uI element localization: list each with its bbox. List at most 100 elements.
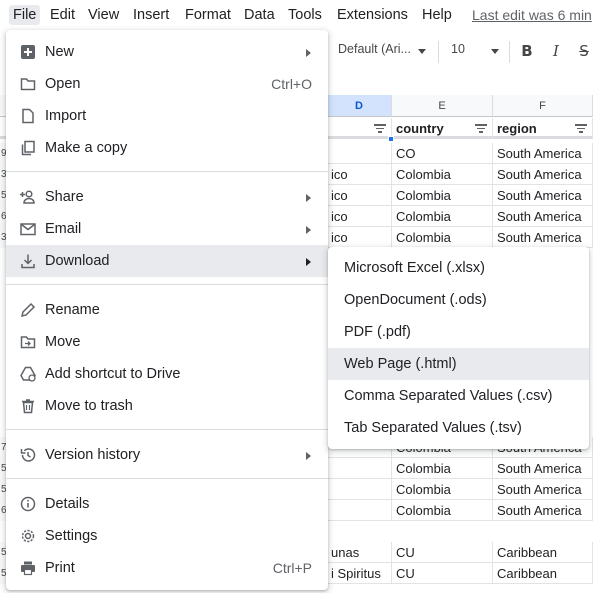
cell-country[interactable]: Colombia: [392, 185, 493, 206]
cell-region[interactable]: South America: [493, 500, 593, 521]
cell-d[interactable]: [327, 143, 392, 164]
selection-handle[interactable]: [388, 136, 394, 142]
menu-item-print[interactable]: Print Ctrl+P: [6, 552, 328, 584]
bold-button[interactable]: B: [516, 39, 538, 63]
download-ods[interactable]: OpenDocument (.ods): [328, 284, 589, 316]
cell-d[interactable]: [327, 500, 392, 521]
cell-region[interactable]: Caribbean: [493, 563, 593, 584]
chevron-right-icon: [306, 194, 311, 202]
cell-d[interactable]: ico: [327, 185, 392, 206]
cell-d[interactable]: ico: [327, 206, 392, 227]
strikethrough-button[interactable]: S: [573, 39, 593, 63]
menu-format[interactable]: Format: [181, 5, 235, 25]
download-csv[interactable]: Comma Separated Values (.csv): [328, 380, 589, 412]
cell-country[interactable]: Colombia: [392, 479, 493, 500]
menu-tools[interactable]: Tools: [284, 5, 326, 25]
cell-region[interactable]: South America: [493, 206, 593, 227]
mail-icon: [20, 223, 36, 236]
menu-divider: [6, 171, 328, 172]
menu-edit[interactable]: Edit: [46, 5, 79, 25]
menu-data[interactable]: Data: [240, 5, 279, 25]
trash-icon: [22, 399, 34, 414]
chevron-right-icon: [306, 226, 311, 234]
menu-divider: [6, 478, 328, 479]
menu-view[interactable]: View: [84, 5, 123, 25]
menu-item-download[interactable]: Download: [6, 245, 328, 277]
cell-region[interactable]: Caribbean: [493, 542, 593, 563]
cell-d[interactable]: i Spiritus: [327, 563, 392, 584]
menu-item-email[interactable]: Email: [6, 213, 328, 245]
menu-file[interactable]: File: [9, 5, 41, 25]
menu-item-new[interactable]: New: [6, 36, 328, 68]
menu-help[interactable]: Help: [418, 5, 456, 25]
font-size-select[interactable]: 10: [451, 42, 465, 56]
cell-country[interactable]: Colombia: [392, 500, 493, 521]
move-folder-icon: [20, 336, 36, 349]
italic-button[interactable]: I: [545, 39, 567, 63]
file-menu: New Open Ctrl+O Import Make a copy Share…: [6, 30, 328, 590]
filter-icon[interactable]: [374, 124, 386, 133]
cell-d[interactable]: ico: [327, 164, 392, 185]
menu-item-import[interactable]: Import: [6, 100, 328, 132]
folder-icon: [20, 78, 36, 91]
cell-region[interactable]: South America: [493, 143, 593, 164]
filter-icon[interactable]: [475, 124, 487, 133]
cell-region[interactable]: South America: [493, 185, 593, 206]
cell-country[interactable]: Colombia: [392, 227, 493, 248]
menu-insert[interactable]: Insert: [129, 5, 173, 25]
cell-country[interactable]: CO: [392, 143, 493, 164]
menu-item-version-history[interactable]: Version history: [6, 439, 328, 471]
shortcut-label: Ctrl+P: [272, 560, 312, 576]
last-edit-link[interactable]: Last edit was 6 min: [472, 5, 592, 25]
cell-d[interactable]: [327, 458, 392, 479]
cell-d[interactable]: unas: [327, 542, 392, 563]
chevron-right-icon: [306, 258, 311, 266]
menu-item-add-shortcut[interactable]: Add shortcut to Drive: [6, 358, 328, 390]
cell-d[interactable]: [327, 479, 392, 500]
column-header-d[interactable]: D: [327, 95, 392, 117]
cell-region[interactable]: South America: [493, 227, 593, 248]
drive-shortcut-icon: [20, 366, 36, 382]
toolbar-divider: [509, 41, 510, 63]
shortcut-label: Ctrl+O: [271, 76, 312, 92]
download-icon: [21, 254, 35, 269]
menu-bar: File Edit View Insert Format Data Tools …: [0, 0, 593, 30]
menu-item-share[interactable]: Share: [6, 181, 328, 213]
menu-item-settings[interactable]: Settings: [6, 520, 328, 552]
header-cell-d[interactable]: [327, 118, 392, 139]
toolbar-divider: [438, 41, 439, 63]
download-html[interactable]: Web Page (.html): [328, 348, 589, 380]
file-icon: [22, 108, 34, 124]
cell-d[interactable]: ico: [327, 227, 392, 248]
cell-country[interactable]: Colombia: [392, 206, 493, 227]
download-xlsx[interactable]: Microsoft Excel (.xlsx): [328, 252, 589, 284]
cell-region[interactable]: South America: [493, 479, 593, 500]
menu-item-details[interactable]: Details: [6, 488, 328, 520]
pencil-icon: [20, 302, 36, 318]
menu-item-move[interactable]: Move: [6, 326, 328, 358]
cell-region[interactable]: South America: [493, 164, 593, 185]
cell-country[interactable]: Colombia: [392, 164, 493, 185]
download-pdf[interactable]: PDF (.pdf): [328, 316, 589, 348]
menu-item-move-to-trash[interactable]: Move to trash: [6, 390, 328, 422]
download-submenu: Microsoft Excel (.xlsx) OpenDocument (.o…: [328, 247, 589, 449]
font-family-select[interactable]: Default (Ari...: [338, 42, 411, 56]
menu-item-rename[interactable]: Rename: [6, 294, 328, 326]
menu-item-make-a-copy[interactable]: Make a copy: [6, 132, 328, 164]
header-cell-country[interactable]: country: [392, 118, 493, 139]
column-header-e[interactable]: E: [392, 95, 493, 117]
printer-icon: [21, 561, 35, 576]
download-tsv[interactable]: Tab Separated Values (.tsv): [328, 412, 589, 444]
menu-extensions[interactable]: Extensions: [333, 5, 412, 25]
info-icon: [20, 496, 36, 512]
cell-country[interactable]: Colombia: [392, 458, 493, 479]
header-cell-region[interactable]: region: [493, 118, 593, 139]
chevron-right-icon: [306, 49, 311, 57]
filter-icon[interactable]: [575, 124, 587, 133]
column-header-f[interactable]: F: [493, 95, 593, 117]
cell-country[interactable]: CU: [392, 563, 493, 584]
cell-country[interactable]: CU: [392, 542, 493, 563]
plus-square-icon: [21, 45, 35, 59]
cell-region[interactable]: South America: [493, 458, 593, 479]
menu-item-open[interactable]: Open Ctrl+O: [6, 68, 328, 100]
